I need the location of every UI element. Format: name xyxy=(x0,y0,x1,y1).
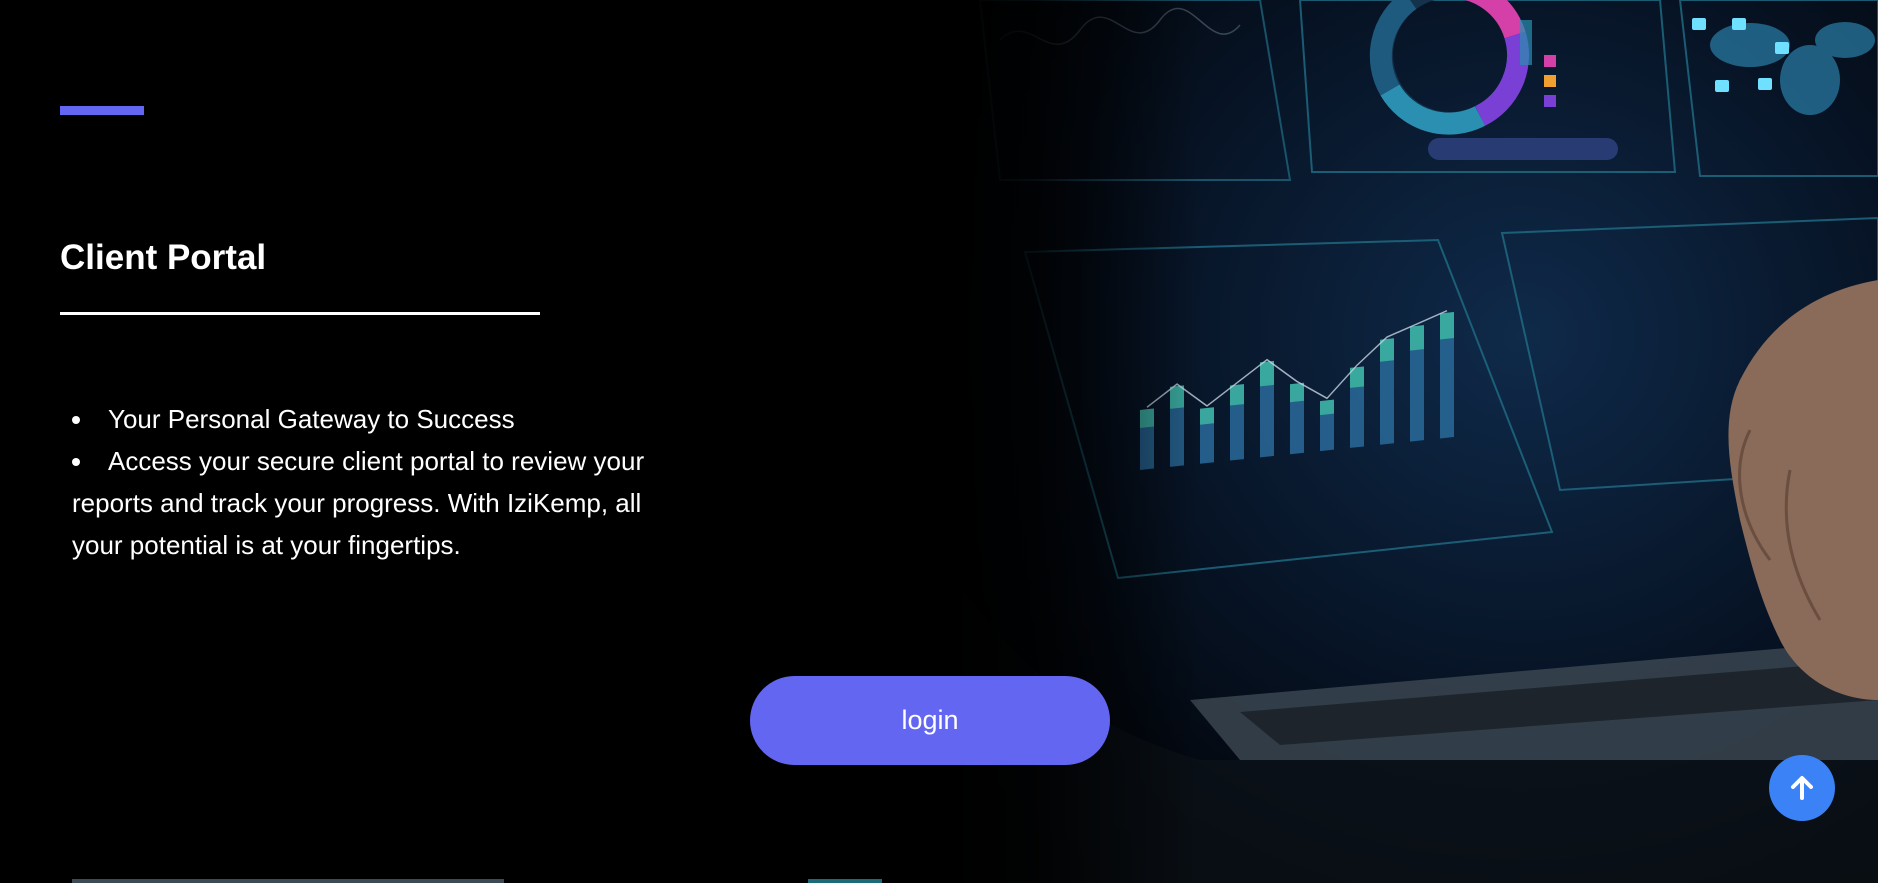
scroll-to-top-button[interactable] xyxy=(1769,755,1835,821)
list-item: Your Personal Gateway to Success xyxy=(72,398,652,440)
accent-bar xyxy=(60,106,144,115)
footer-divider xyxy=(72,879,504,883)
feature-list: Your Personal Gateway to Success Access … xyxy=(72,398,652,566)
footer-accent-line xyxy=(808,879,882,883)
list-item: Access your secure client portal to revi… xyxy=(72,440,652,566)
arrow-up-icon xyxy=(1791,776,1813,800)
page-title: Client Portal xyxy=(60,238,267,277)
title-divider xyxy=(60,312,540,315)
login-button[interactable]: login xyxy=(750,676,1110,765)
